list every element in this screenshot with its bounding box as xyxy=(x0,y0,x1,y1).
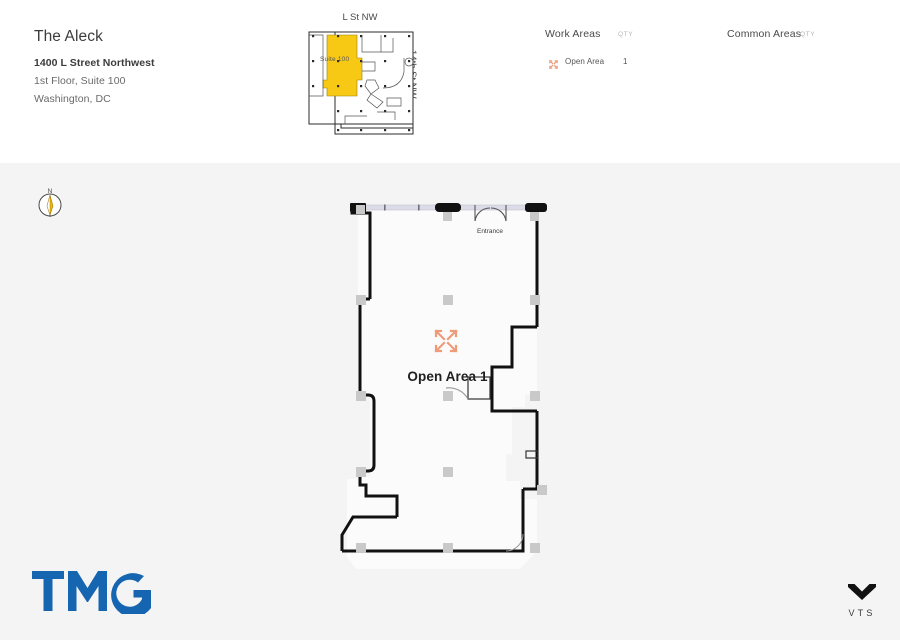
work-areas-legend: Work Areas QTY Open Area 1 xyxy=(545,28,715,72)
common-areas-legend: Common Areas QTY xyxy=(727,28,897,44)
common-areas-legend-title: Common Areas xyxy=(727,28,802,40)
plan-canvas: N Open Area 1 Entrance VTS xyxy=(0,163,900,640)
vts-label: VTS xyxy=(848,608,876,618)
keyplan-street-top-label: L St NW xyxy=(342,12,378,23)
vts-logo: VTS xyxy=(838,581,886,618)
header: The Aleck 1400 L Street Northwest 1st Fl… xyxy=(0,0,900,163)
work-areas-legend-title: Work Areas xyxy=(545,28,601,40)
vts-chevron-icon xyxy=(848,584,876,600)
floor-plan-diagram xyxy=(340,203,547,569)
common-areas-legend-header: Common Areas QTY xyxy=(727,28,897,44)
keyplan-diagram xyxy=(308,31,414,135)
property-info-block: The Aleck 1400 L Street Northwest 1st Fl… xyxy=(34,28,274,111)
property-address-line1: 1400 L Street Northwest xyxy=(34,57,155,69)
legend-label-open-area: Open Area xyxy=(565,57,605,66)
open-area-icon xyxy=(548,57,559,70)
compass-north-label: N xyxy=(47,188,53,195)
floorplan-page: The Aleck 1400 L Street Northwest 1st Fl… xyxy=(0,0,900,640)
keyplan-suite-label: Suite 100 xyxy=(320,56,350,63)
property-address-line3: Washington, DC xyxy=(34,93,111,105)
property-name: The Aleck xyxy=(34,28,103,45)
work-areas-qty-header: QTY xyxy=(618,31,634,38)
entrance-label: Entrance xyxy=(476,228,504,235)
legend-row-open-area[interactable]: Open Area 1 xyxy=(545,56,715,72)
property-address-line2: 1st Floor, Suite 100 xyxy=(34,75,126,87)
common-areas-qty-header: QTY xyxy=(800,31,816,38)
tmg-logo: TMG xyxy=(32,568,152,619)
key-plan: L St NW 14th St NW xyxy=(300,12,450,142)
tmg-logo-mark xyxy=(32,571,151,618)
open-area-label: Open Area 1 xyxy=(407,369,488,384)
keyplan-suite-highlight xyxy=(322,34,363,97)
legend-qty-open-area: 1 xyxy=(623,57,628,66)
work-areas-legend-header: Work Areas QTY xyxy=(545,28,715,44)
compass-rose: N xyxy=(32,188,72,236)
